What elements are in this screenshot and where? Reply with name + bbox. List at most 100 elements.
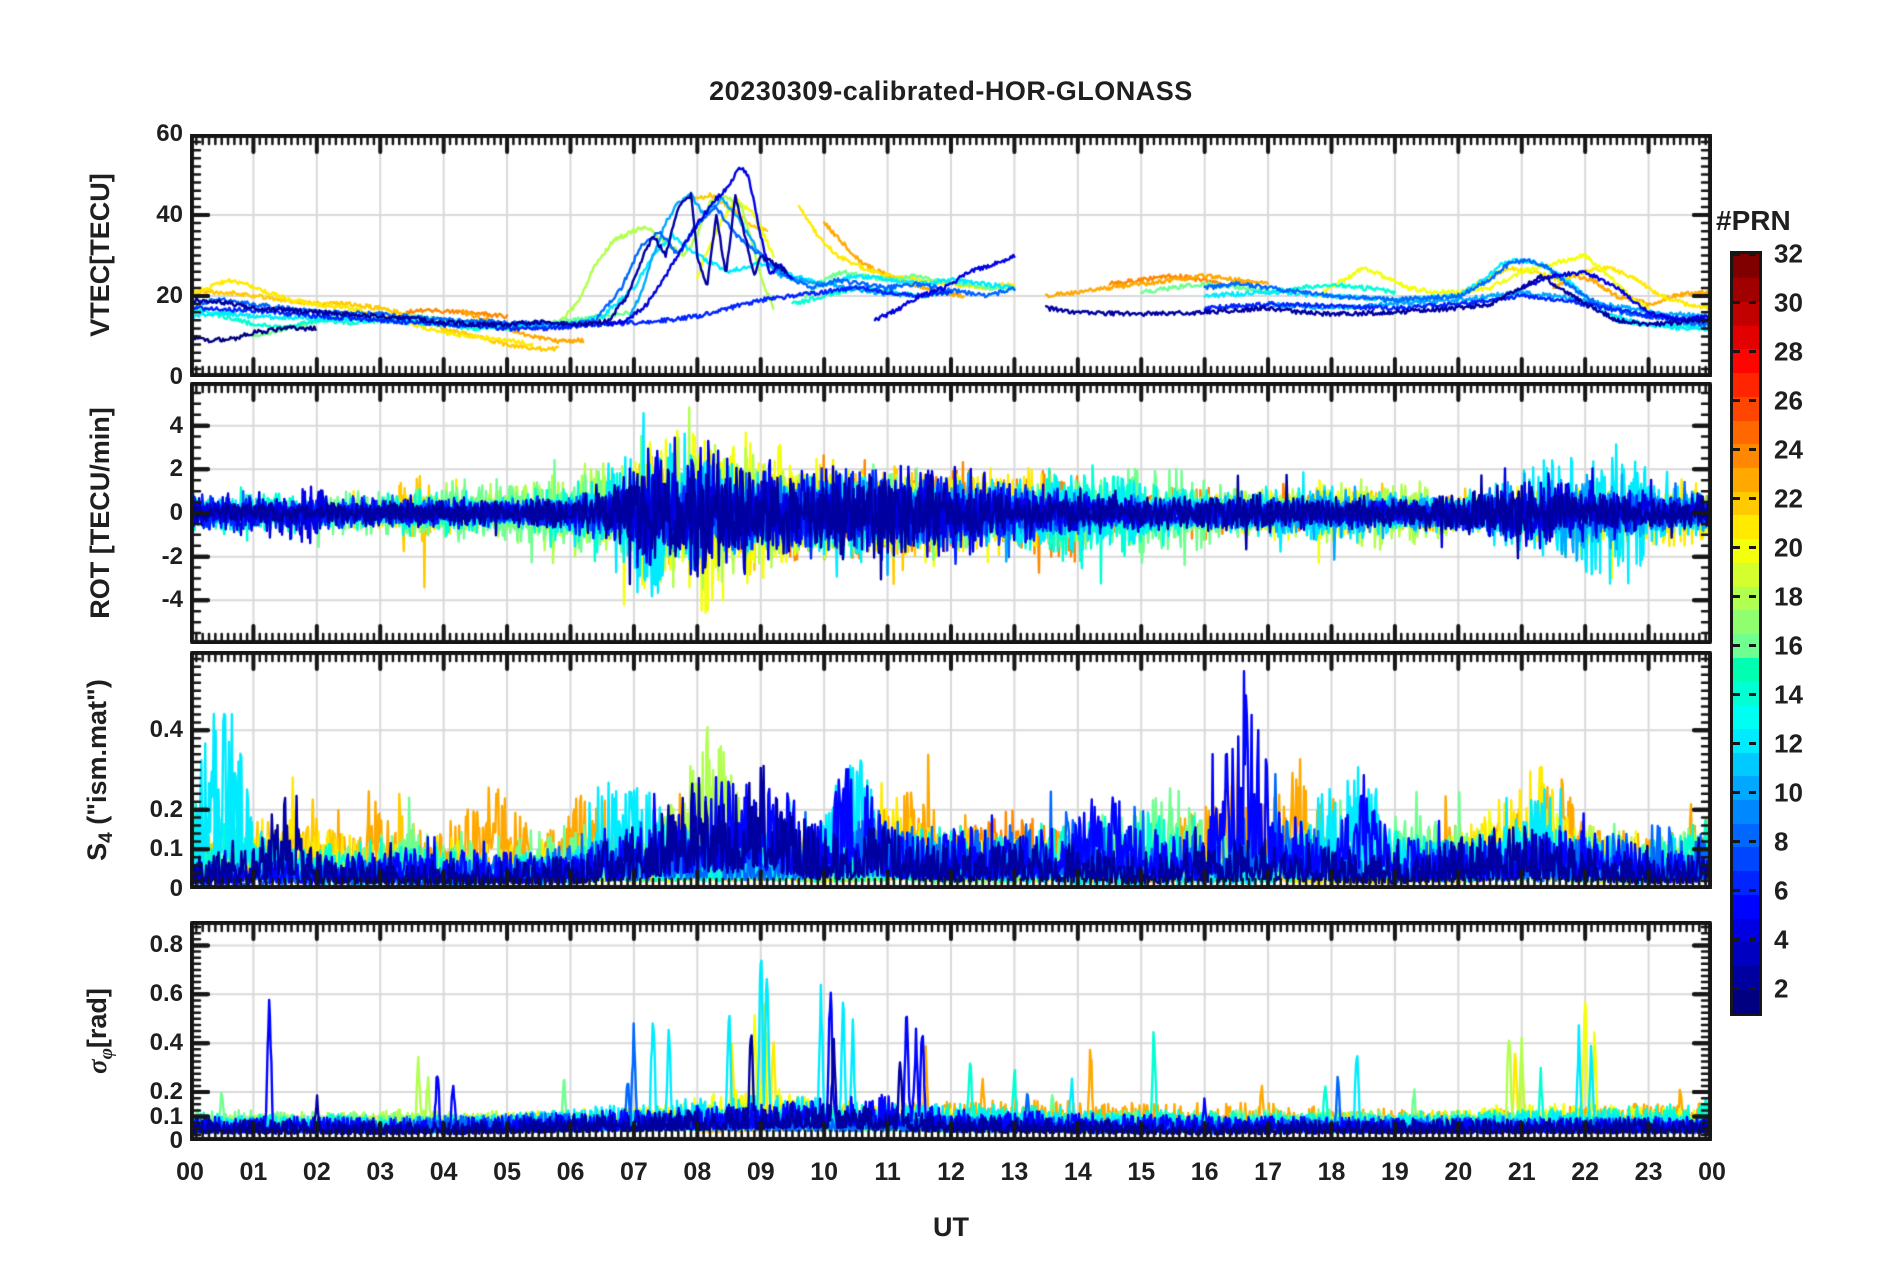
colorbar-segment [1733,254,1759,279]
x-tick-label: 21 [1507,1158,1536,1186]
y-tick-label-sigma: 0 [169,1127,183,1154]
y-tick-label-vtec: 0 [169,363,183,390]
colorbar-tick [1749,693,1756,697]
colorbar-tick-label: 4 [1774,924,1789,955]
colorbar-tick [1733,644,1740,648]
colorbar [1730,251,1762,1016]
x-tick-label: 08 [683,1158,712,1186]
y-tick-label-rot: -4 [161,586,183,614]
colorbar-tick [1733,595,1740,599]
x-tick-label: 10 [810,1158,839,1186]
x-tick-label: 17 [1254,1158,1282,1186]
y-tick-label-rot: 0 [169,499,183,526]
colorbar-tick [1733,497,1740,501]
colorbar-tick [1733,693,1740,697]
colorbar-segment [1733,728,1759,753]
y-tick-label-sigma: 0.2 [149,1078,183,1106]
colorbar-tick [1749,546,1756,550]
colorbar-tick-label: 8 [1774,826,1789,857]
y-tick-label-rot: 4 [169,411,183,439]
panel-rot-canvas [190,382,1712,644]
colorbar-tick [1749,644,1756,648]
colorbar-tick [1733,546,1740,550]
colorbar-segment [1733,609,1759,634]
colorbar-tick [1733,938,1740,942]
y-tick-label-sigma: 0.6 [149,980,183,1008]
colorbar-segment [1733,704,1759,729]
y-tick-label-vtec: 60 [156,120,183,147]
x-tick-label: 06 [556,1158,585,1186]
colorbar-tick-label: 10 [1774,777,1803,808]
colorbar-tick [1749,399,1756,403]
panel-s4-canvas [190,651,1712,889]
colorbar-tick-label: 16 [1774,630,1803,661]
colorbar-tick [1749,252,1756,256]
x-tick-label: 07 [620,1158,648,1186]
colorbar-tick-label: 6 [1774,875,1789,906]
x-tick-label: 18 [1317,1158,1346,1186]
x-tick-label: 11 [874,1158,901,1186]
colorbar-tick [1733,448,1740,452]
colorbar-segment [1733,823,1759,848]
figure: 20230309-calibrated-HOR-GLONASS VTEC[TEC… [0,0,1902,1272]
colorbar-tick-label: 26 [1774,385,1803,416]
colorbar-tick [1749,889,1756,893]
x-tick-label: 14 [1063,1158,1092,1186]
colorbar-segment [1733,775,1759,801]
colorbar-segment [1733,989,1759,1014]
colorbar-tick [1749,301,1756,305]
colorbar-tick-label: 14 [1774,679,1803,710]
colorbar-tick-label: 18 [1774,581,1803,612]
panel-s4 [190,651,1712,889]
colorbar-tick-label: 32 [1774,238,1803,269]
colorbar-tick [1749,350,1756,354]
x-tick-label: 01 [239,1158,268,1186]
x-tick-label: 19 [1381,1158,1409,1186]
y-tick-label-s4: 0 [169,875,183,902]
colorbar-segment [1733,467,1759,492]
colorbar-segment [1733,846,1759,872]
panel-rot [190,382,1712,644]
y-tick-label-s4: 0.1 [149,835,183,863]
panel-vtec [190,134,1712,377]
panel-sigma-canvas [190,921,1712,1141]
x-tick-label: 15 [1127,1158,1156,1186]
colorbar-tick [1749,791,1756,795]
colorbar-tick-label: 20 [1774,532,1803,563]
x-axis-label: UT [933,1212,969,1242]
colorbar-segment [1733,538,1759,563]
colorbar-segment [1733,491,1759,516]
colorbar-segment [1733,514,1759,540]
colorbar-tick-label: 24 [1774,434,1803,465]
x-tick-label: 02 [302,1158,331,1186]
colorbar-segment [1733,657,1759,682]
y-tick-label-s4: 0.2 [149,795,183,823]
colorbar-tick [1749,938,1756,942]
x-tick-label: 23 [1634,1158,1663,1186]
x-tick-label: 05 [493,1158,521,1186]
colorbar-tick [1749,840,1756,844]
y-tick-label-sigma: 0.8 [149,931,183,959]
y-tick-label-rot: -2 [161,542,183,570]
x-tick-label: 09 [746,1158,775,1186]
colorbar-segment [1733,894,1759,919]
y-axis-label-vtec: VTEC[TECU] [84,173,115,337]
colorbar-tick [1733,301,1740,305]
y-tick-label-sigma: 0.4 [149,1029,183,1057]
colorbar-tick-label: 28 [1774,336,1803,367]
colorbar-tick [1749,595,1756,599]
panel-vtec-canvas [190,134,1712,377]
y-axis-label-sigma-phi: σφ[rad] [81,988,118,1074]
colorbar-title: #PRN [1716,205,1791,236]
colorbar-segment [1733,752,1759,777]
colorbar-segment [1733,372,1759,397]
colorbar-tick [1733,399,1740,403]
colorbar-tick [1733,742,1740,746]
colorbar-segment [1733,325,1759,350]
colorbar-tick [1733,350,1740,354]
colorbar-segment [1733,941,1759,967]
x-tick-label: 12 [937,1158,965,1186]
colorbar-segment [1733,562,1759,587]
colorbar-tick [1749,987,1756,991]
x-tick-label: 00 [1698,1158,1726,1186]
